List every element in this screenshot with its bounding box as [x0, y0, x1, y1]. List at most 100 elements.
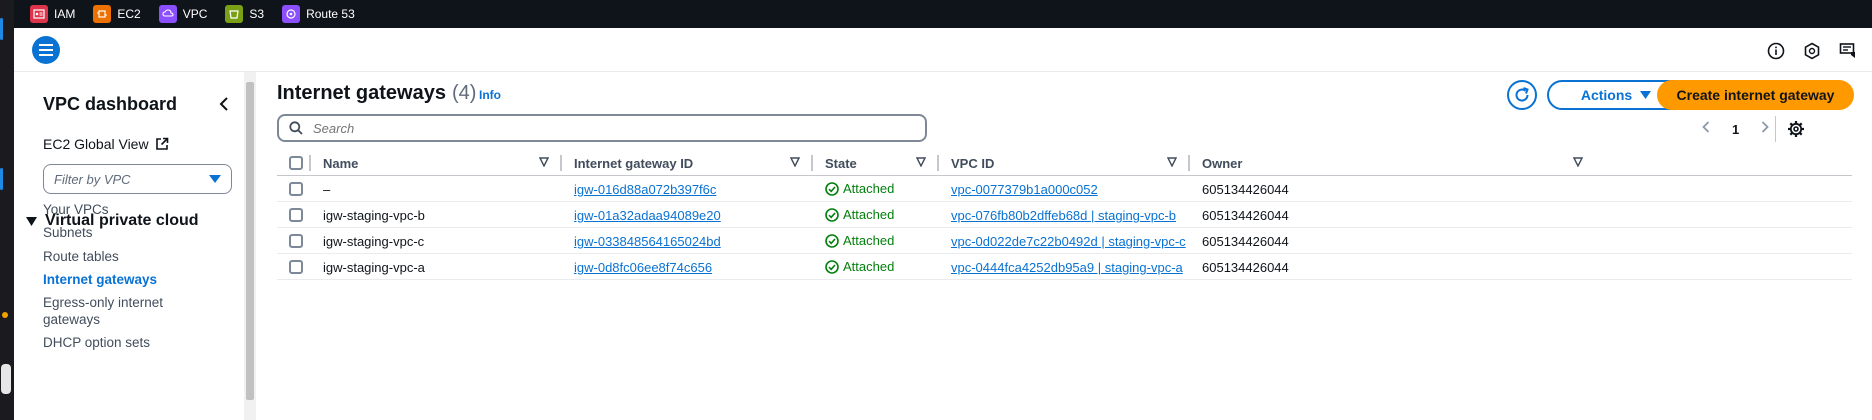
- state-label: Attached: [843, 181, 895, 196]
- favorite-label: Route 53: [306, 7, 355, 21]
- cell-igw-id-link[interactable]: igw-016d88a072b397f6c: [574, 182, 716, 197]
- column-header-state[interactable]: State: [825, 156, 857, 171]
- sidebar-item-subnets[interactable]: Subnets: [43, 223, 93, 243]
- favorite-label: S3: [249, 7, 265, 21]
- sidebar-item-egress-only-internet-gateways[interactable]: gateways: [43, 310, 100, 330]
- sort-icon[interactable]: [1167, 157, 1177, 167]
- cell-vpc-id-link[interactable]: vpc-0077379b1a000c052: [951, 182, 1098, 197]
- cell-vpc-id-link[interactable]: vpc-0444fca4252db95a9 | staging-vpc-a: [951, 260, 1183, 275]
- column-divider[interactable]: [811, 155, 813, 171]
- row-checkbox[interactable]: [289, 260, 303, 274]
- cell-state: Attached: [825, 259, 894, 274]
- chevron-left-icon: [1702, 121, 1710, 133]
- console-top-bar: [14, 28, 1872, 72]
- favorite-ec2[interactable]: EC2: [93, 5, 141, 23]
- ec2-global-view-link[interactable]: EC2 Global View: [43, 136, 169, 152]
- s3-icon: [225, 5, 244, 23]
- sort-icon[interactable]: [1573, 157, 1583, 167]
- external-link-icon: [155, 137, 168, 150]
- cell-name: igw-staging-vpc-a: [323, 260, 425, 275]
- page-title: Internet gateways (4): [277, 82, 476, 105]
- favorite-label: EC2: [117, 7, 141, 21]
- check-circle-icon: [825, 259, 839, 274]
- row-checkbox[interactable]: [289, 182, 303, 196]
- iam-icon: [30, 5, 48, 23]
- search-input[interactable]: [313, 120, 893, 136]
- cell-owner: 605134426044: [1202, 208, 1289, 223]
- current-page-number[interactable]: 1: [1732, 122, 1739, 137]
- route53-icon: [282, 5, 301, 23]
- sidebar-item-your-vpcs[interactable]: Your VPCs: [43, 200, 109, 220]
- feedback-panel-button[interactable]: [1838, 41, 1858, 61]
- vpc-filter-select[interactable]: Filter by VPC: [43, 164, 232, 194]
- actions-label: Actions: [1580, 87, 1633, 103]
- scrollbar-thumb[interactable]: [246, 82, 254, 400]
- row-checkbox[interactable]: [289, 208, 303, 222]
- ec2-icon: [93, 5, 112, 23]
- collapse-sidebar-button[interactable]: [210, 90, 238, 118]
- sort-icon[interactable]: [916, 157, 926, 167]
- check-circle-icon: [825, 233, 839, 248]
- create-internet-gateway-button[interactable]: Create internet gateway: [1657, 80, 1854, 110]
- column-header-vpc-id[interactable]: VPC ID: [951, 156, 994, 171]
- sidebar-scrollbar[interactable]: [244, 72, 256, 420]
- security-panel-button[interactable]: [1802, 41, 1822, 61]
- sort-icon[interactable]: [539, 157, 549, 167]
- check-circle-icon: [825, 207, 839, 222]
- cell-igw-id-link[interactable]: igw-01a32adaa94089e20: [574, 208, 721, 223]
- cell-igw-id-link[interactable]: igw-033848564165024bd: [574, 234, 721, 249]
- main-content: Internet gateways (4) Info Actions Create…: [257, 72, 1872, 420]
- select-all-checkbox[interactable]: [289, 156, 303, 170]
- sidebar-item-route-tables[interactable]: Route tables: [43, 247, 119, 267]
- caret-down-icon: [1640, 91, 1652, 99]
- column-divider: [309, 155, 311, 171]
- cell-owner: 605134426044: [1202, 260, 1289, 275]
- column-header-owner[interactable]: Owner: [1202, 156, 1242, 171]
- table-row[interactable]: igw-staging-vpc-b igw-01a32adaa94089e20 …: [277, 202, 1852, 228]
- sidebar-item-internet-gateways[interactable]: Internet gateways: [43, 270, 157, 290]
- refresh-button[interactable]: [1507, 80, 1537, 110]
- cell-vpc-id-link[interactable]: vpc-076fb80b2dffeb68d | staging-vpc-b: [951, 208, 1176, 223]
- create-label: Create internet gateway: [1676, 87, 1835, 103]
- edge-dot: [2, 312, 8, 318]
- search-field[interactable]: [277, 114, 927, 142]
- favorite-route53[interactable]: Route 53: [282, 5, 355, 23]
- table-header: Name Internet gateway ID State VPC ID Ow…: [277, 150, 1852, 176]
- table-row[interactable]: igw-staging-vpc-c igw-033848564165024bd …: [277, 228, 1852, 254]
- previous-page-button[interactable]: [1702, 120, 1710, 138]
- favorite-label: IAM: [54, 7, 76, 21]
- cell-vpc-id-link[interactable]: vpc-0d022de7c22b0492d | staging-vpc-c: [951, 234, 1186, 249]
- sort-icon[interactable]: [790, 157, 800, 167]
- sidebar-item-dhcp-option-sets[interactable]: DHCP option sets: [43, 333, 150, 353]
- edge-indicator: [0, 168, 3, 190]
- hamburger-icon: [39, 44, 53, 56]
- search-icon: [289, 121, 303, 135]
- side-navigation: VPC dashboard EC2 Global View Filter by …: [14, 72, 256, 420]
- column-header-name[interactable]: Name: [323, 156, 358, 171]
- column-divider[interactable]: [560, 155, 562, 171]
- cell-name: igw-staging-vpc-c: [323, 234, 425, 249]
- favorite-s3[interactable]: S3: [225, 5, 264, 23]
- edge-handle: [1, 364, 11, 394]
- row-checkbox[interactable]: [289, 234, 303, 248]
- column-divider[interactable]: [1188, 155, 1190, 171]
- next-page-button[interactable]: [1761, 120, 1770, 138]
- info-link[interactable]: Info: [479, 88, 501, 102]
- sidebar-title[interactable]: VPC dashboard: [43, 94, 177, 115]
- global-view-label: EC2 Global View: [43, 136, 149, 152]
- info-panel-button[interactable]: [1766, 41, 1786, 61]
- cell-name: igw-staging-vpc-b: [323, 208, 425, 223]
- favorite-vpc[interactable]: VPC: [158, 5, 207, 23]
- menu-toggle-button[interactable]: [32, 36, 60, 64]
- cell-igw-id-link[interactable]: igw-0d8fc06ee8f74c656: [574, 260, 712, 275]
- vpc-filter-placeholder: Filter by VPC: [54, 171, 131, 187]
- column-header-internet-gateway-id[interactable]: Internet gateway ID: [574, 156, 693, 171]
- table-preferences-button[interactable]: [1787, 120, 1805, 138]
- check-circle-icon: [825, 181, 839, 196]
- table-row[interactable]: igw-staging-vpc-a igw-0d8fc06ee8f74c656 …: [277, 254, 1852, 280]
- chevron-right-icon: [1762, 121, 1770, 133]
- favorite-iam[interactable]: IAM: [30, 5, 75, 23]
- table-row[interactable]: – igw-016d88a072b397f6c Attached vpc-007…: [277, 176, 1852, 202]
- chevron-left-icon: [219, 97, 228, 111]
- column-divider[interactable]: [937, 155, 939, 171]
